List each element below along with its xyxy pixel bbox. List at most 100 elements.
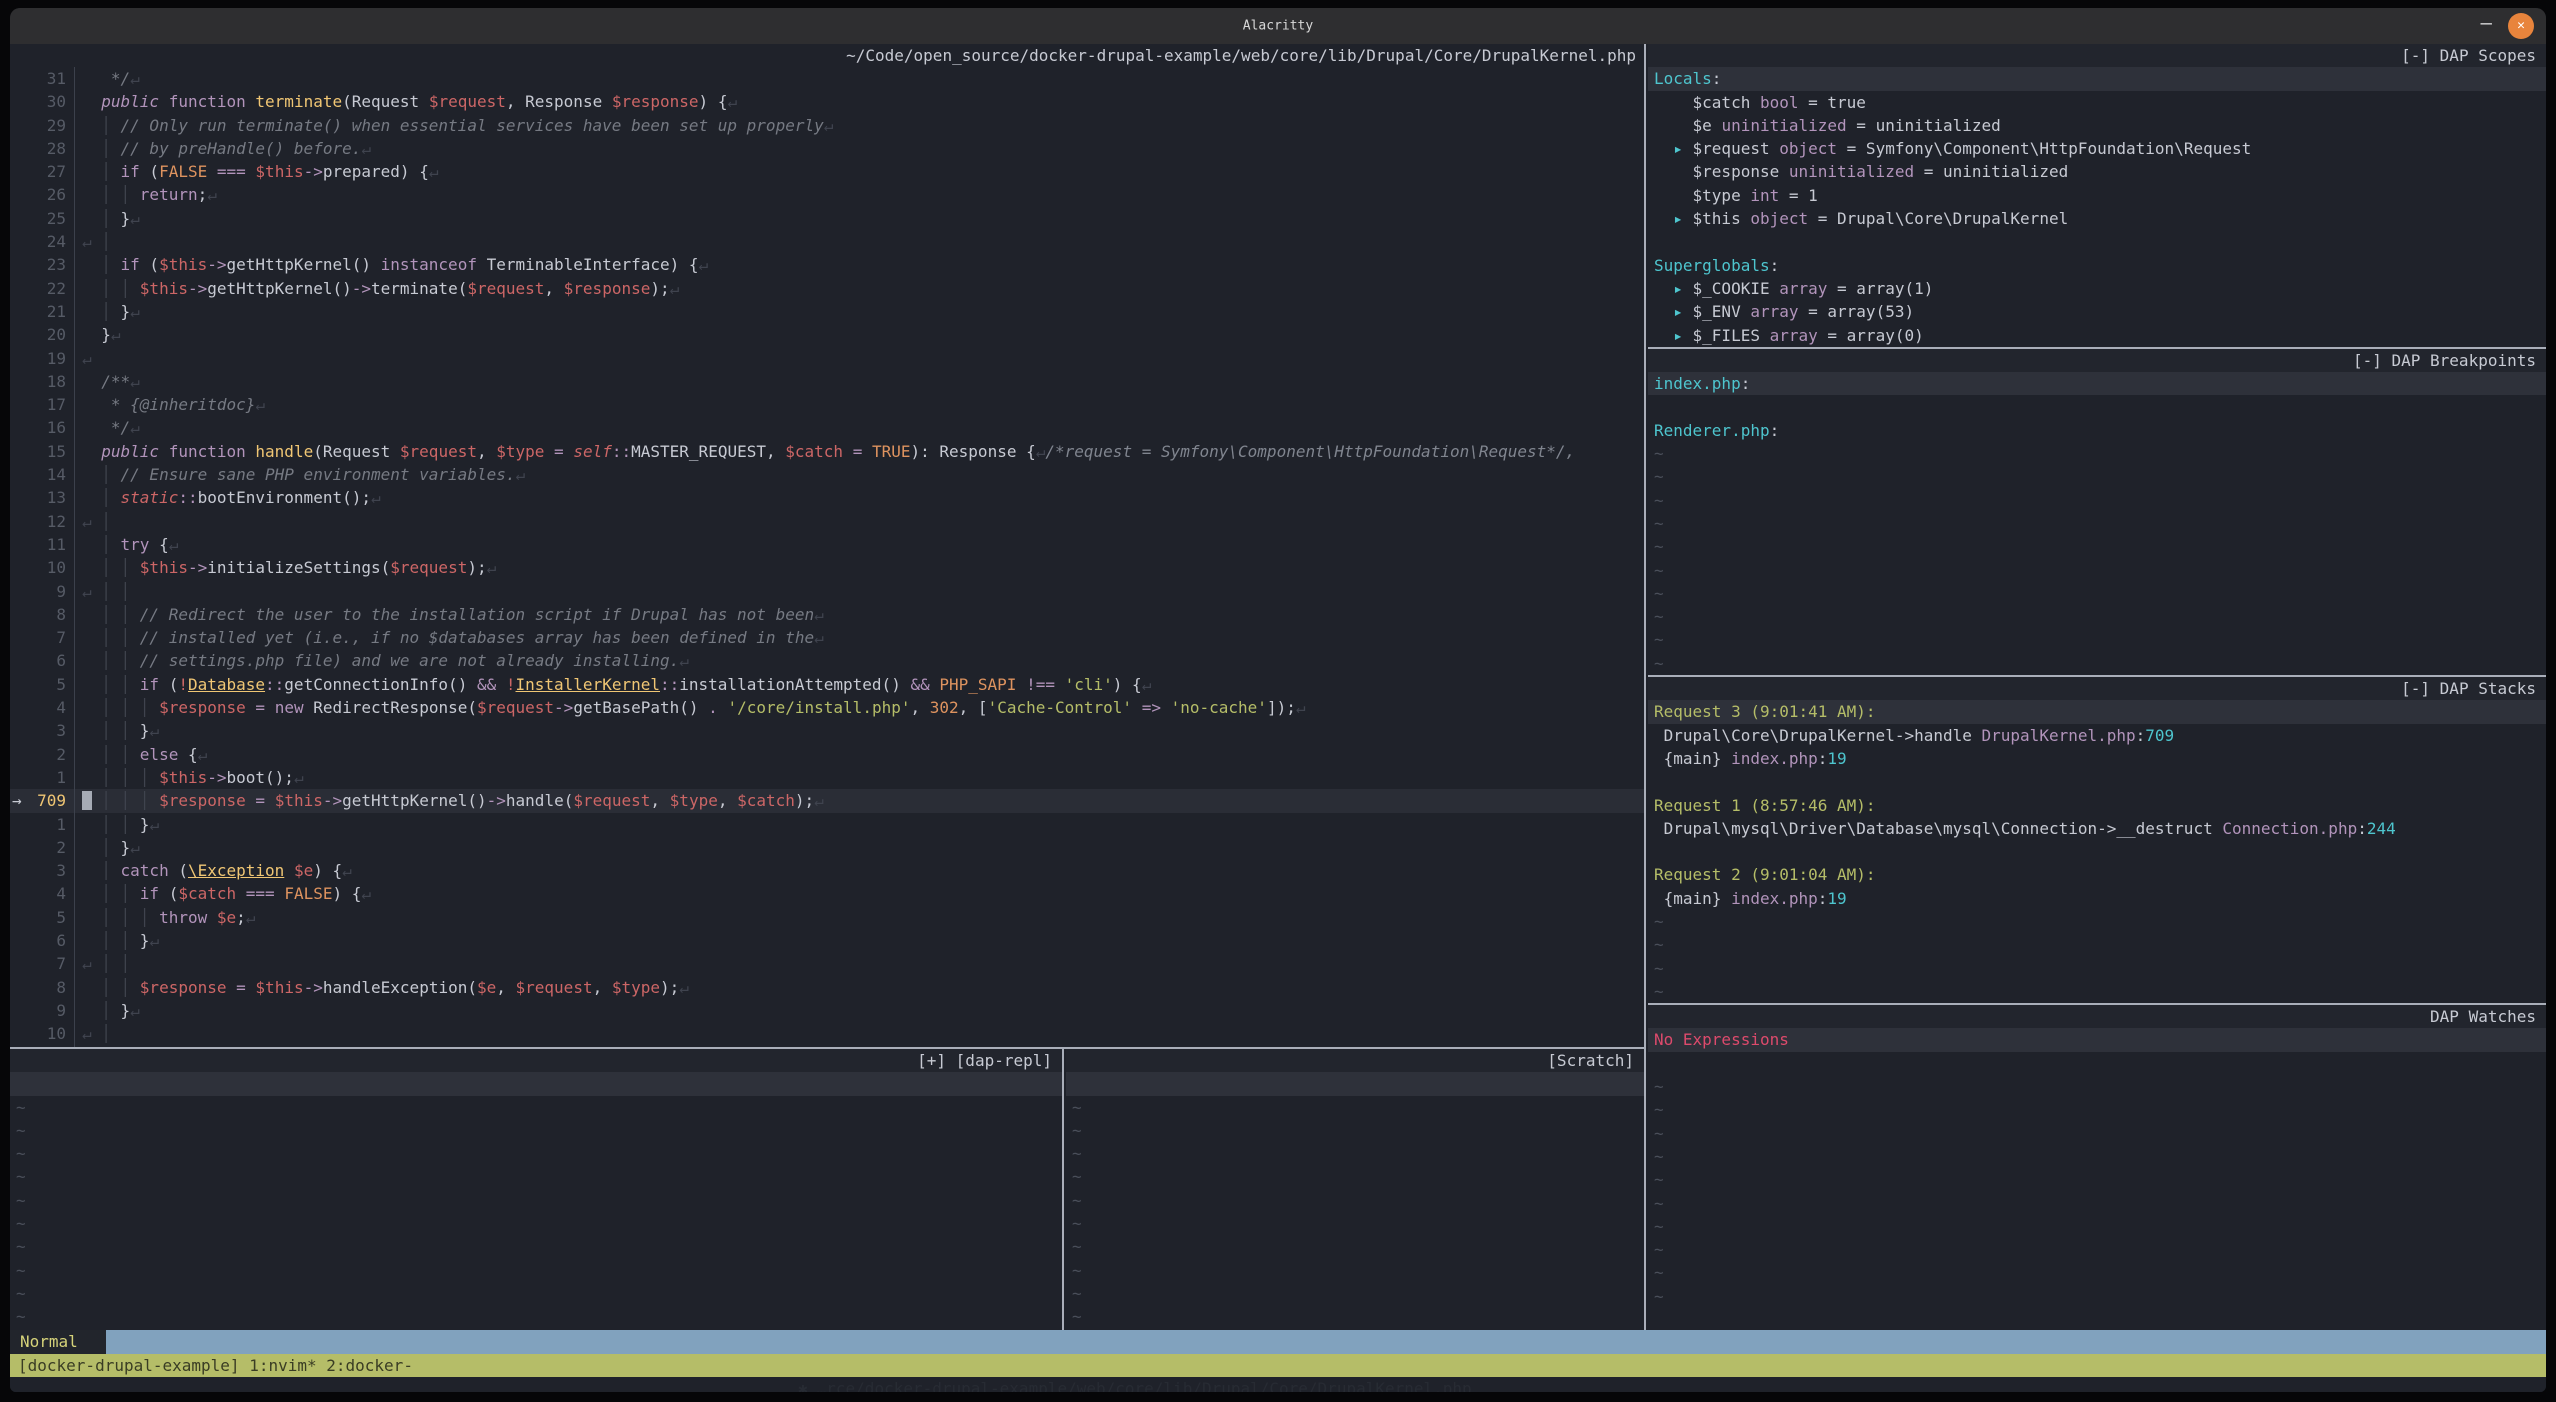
scratch-winbar[interactable]: [Scratch] [1066,1049,1644,1072]
terminal[interactable]: ~/Code/open_source/docker-drupal-example… [10,44,2546,1392]
panel-row[interactable]: ~ [1648,1215,2546,1238]
panel-row[interactable]: No Expressions [1648,1028,2546,1051]
panel-row[interactable]: ~ [1066,1142,1644,1165]
code-line[interactable]: 10↵ │ [10,1022,1644,1045]
code-line[interactable]: 6 │ │ }↵ [10,929,1644,952]
panel-row[interactable]: ~ [10,1212,1062,1235]
panel-row[interactable]: ▸ $_ENV array = array(53) [1648,300,2546,323]
panel-row[interactable]: ~ [1648,1192,2546,1215]
titlebar[interactable]: Alacritty – ✕ [10,8,2546,44]
panel-row[interactable]: Request 3 (9:01:41 AM): [1648,700,2546,723]
code-line[interactable]: 4 │ │ if ($catch === FALSE) {↵ [10,882,1644,905]
scratch-pane[interactable]: [Scratch] ~~~~~~~~~~ [1066,1049,1644,1330]
panel-row[interactable]: $e uninitialized = uninitialized [1648,114,2546,137]
code-line[interactable]: 20 }↵ [10,323,1644,346]
panel-row[interactable]: Drupal\mysql\Driver\Database\mysql\Conne… [1648,817,2546,840]
code-line[interactable]: 17 * {@inheritdoc}↵ [10,393,1644,416]
code-line[interactable]: 5 │ │ if (!Database::getConnectionInfo()… [10,673,1644,696]
panel-row[interactable]: ~ [10,1165,1062,1188]
panel-row[interactable]: ~ [1648,652,2546,675]
panel-row[interactable] [10,1072,1062,1095]
panel-row[interactable]: index.php: [1648,372,2546,395]
panel-row[interactable]: ~ [1648,910,2546,933]
code-line[interactable]: 25 │ }↵ [10,207,1644,230]
panel-row[interactable]: ~ [10,1119,1062,1142]
minimize-button[interactable]: – [2481,12,2492,34]
code-pane[interactable]: 31 */↵30 public function terminate(Reque… [10,67,1644,1047]
panel-row[interactable]: Request 2 (9:01:04 AM): [1648,863,2546,886]
panel-row[interactable]: ~ [1648,605,2546,628]
panel-row[interactable]: ~ [1066,1212,1644,1235]
code-line[interactable]: 18 /**↵ [10,370,1644,393]
panel-row[interactable]: ~ [1648,933,2546,956]
dap-stacks-winbar[interactable]: [-] DAP Stacks [1648,677,2546,700]
code-line[interactable]: 6 │ │ // settings.php file) and we are n… [10,649,1644,672]
panel-row[interactable]: $type int = 1 [1648,184,2546,207]
panel-row[interactable]: ~ [1648,1075,2546,1098]
panel-row[interactable]: $catch bool = true [1648,91,2546,114]
code-line[interactable]: 9↵ │ │ [10,580,1644,603]
code-line[interactable]: 28 │ // by preHandle() before.↵ [10,137,1644,160]
code-line[interactable]: 16 */↵ [10,416,1644,439]
code-line[interactable]: 1 │ │ }↵ [10,813,1644,836]
code-line[interactable]: 9 │ }↵ [10,999,1644,1022]
panel-row[interactable]: {main} index.php:19 [1648,887,2546,910]
panel-row[interactable]: ~ [1066,1165,1644,1188]
panel-row[interactable]: ~ [1066,1189,1644,1212]
panel-row[interactable]: ~ [1648,512,2546,535]
code-line[interactable]: 27 │ if (FALSE === $this->prepared) {↵ [10,160,1644,183]
panel-row[interactable] [1648,230,2546,253]
panel-row[interactable]: Locals: [1648,67,2546,90]
panel-row[interactable]: ~ [1648,442,2546,465]
dap-watches-winbar[interactable]: DAP Watches [1648,1005,2546,1028]
panel-row[interactable] [1066,1072,1644,1095]
panel-row[interactable] [1648,1052,2546,1075]
panel-row[interactable]: ~ [1648,1145,2546,1168]
dap-scopes-winbar[interactable]: [-] DAP Scopes [1648,44,2546,67]
code-line[interactable]: 12↵ │ [10,510,1644,533]
panel-row[interactable]: ~ [1066,1235,1644,1258]
panel-row[interactable]: ~ [1648,1261,2546,1284]
panel-row[interactable]: ~ [1648,957,2546,980]
code-line[interactable]: 31 */↵ [10,67,1644,90]
panel-row[interactable]: Drupal\Core\DrupalKernel->handle DrupalK… [1648,724,2546,747]
panel-row[interactable]: ~ [1648,1098,2546,1121]
code-line[interactable]: 1 │ │ │ $this->boot();↵ [10,766,1644,789]
code-line[interactable]: 21 │ }↵ [10,300,1644,323]
code-line[interactable]: 5 │ │ │ throw $e;↵ [10,906,1644,929]
code-line[interactable]: 13 │ static::bootEnvironment();↵ [10,486,1644,509]
panel-row[interactable]: ~ [10,1096,1062,1119]
panel-row[interactable]: ▸ $_COOKIE array = array(1) [1648,277,2546,300]
code-line[interactable]: 10 │ │ $this->initializeSettings($reques… [10,556,1644,579]
panel-row[interactable]: ▸ $request object = Symfony\Component\Ht… [1648,137,2546,160]
panel-row[interactable]: ~ [1648,628,2546,651]
panel-row[interactable] [1648,840,2546,863]
panel-row[interactable] [1648,395,2546,418]
code-line[interactable]: 22 │ │ $this->getHttpKernel()->terminate… [10,277,1644,300]
code-line[interactable]: 2 │ }↵ [10,836,1644,859]
code-line[interactable]: 19↵ [10,347,1644,370]
code-line[interactable]: 3 │ │ }↵ [10,719,1644,742]
panel-row[interactable]: ~ [1648,582,2546,605]
dap-breakpoints-winbar[interactable]: [-] DAP Breakpoints [1648,349,2546,372]
panel-row[interactable]: ~ [1648,980,2546,1003]
code-line[interactable]: 8 │ │ // Redirect the user to the instal… [10,603,1644,626]
panel-row[interactable]: Superglobals: [1648,254,2546,277]
tmux-status-bar[interactable]: [docker-drupal-example] 1:nvim* 2:docker… [10,1354,2546,1378]
code-line[interactable]: 14 │ // Ensure sane PHP environment vari… [10,463,1644,486]
code-line[interactable]: 23 │ if ($this->getHttpKernel() instance… [10,253,1644,276]
code-line[interactable]: 7 │ │ // installed yet (i.e., if no $dat… [10,626,1644,649]
code-line[interactable]: 2 │ │ else {↵ [10,743,1644,766]
code-line[interactable]: 24↵ │ [10,230,1644,253]
code-line[interactable]: 7↵ │ │ [10,952,1644,975]
code-line[interactable]: 29 │ // Only run terminate() when essent… [10,114,1644,137]
panel-row[interactable]: ~ [1648,1168,2546,1191]
panel-row[interactable]: ~ [1648,465,2546,488]
code-line[interactable]: 4 │ │ │ $response = new RedirectResponse… [10,696,1644,719]
code-line[interactable]: 15 public function handle(Request $reque… [10,440,1644,463]
panel-row[interactable]: ~ [1066,1119,1644,1142]
panel-row[interactable]: ~ [10,1189,1062,1212]
panel-row[interactable]: ~ [1066,1305,1644,1328]
panel-row[interactable]: ~ [1648,559,2546,582]
panel-row[interactable]: ~ [1648,535,2546,558]
